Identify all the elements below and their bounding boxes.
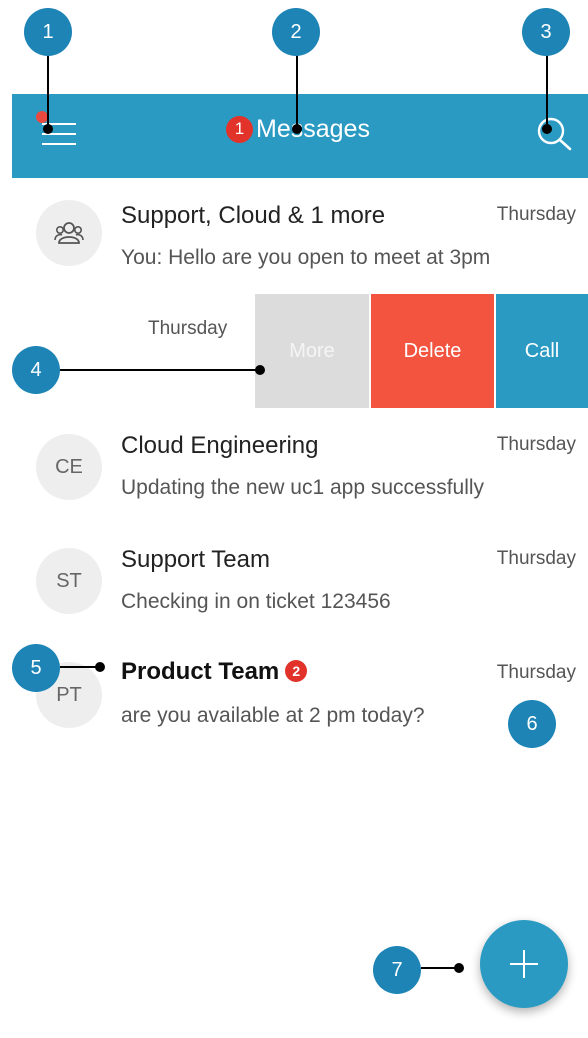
callout-dot [43,124,53,134]
conversation-name: Product Team 2 [121,658,308,686]
callout-5: 5 [12,644,60,692]
callout-7: 7 [373,946,421,994]
conversation-time: Thursday [496,548,576,569]
callout-4: 4 [12,346,60,394]
callout-dot [95,662,105,672]
call-action-button[interactable]: Call [496,294,588,408]
conversation-row[interactable]: ST Support Team Checking in on ticket 12… [0,534,588,644]
conversation-preview: Checking in on ticket 123456 [121,590,391,613]
conversation-row[interactable]: Support, Cloud & 1 more You: Hello are y… [0,190,588,300]
avatar: ST [36,548,102,614]
avatar: CE [36,434,102,500]
conversation-preview: are you available at 2 pm today? [121,704,425,727]
callout-1: 1 [24,8,72,56]
title-text: Messages [256,114,370,143]
new-conversation-button[interactable] [480,920,568,1008]
callout-2: 2 [272,8,320,56]
conversation-name: Support Team [121,546,270,573]
delete-action-button[interactable]: Delete [371,294,494,408]
conversation-name: Cloud Engineering [121,432,319,459]
unread-count-badge: 1 [226,115,253,143]
conversation-time: Thursday [496,662,576,683]
callout-leader [296,55,298,129]
conversation-name: Support, Cloud & 1 more [121,202,386,229]
more-action-button[interactable]: More [255,294,369,408]
conversation-preview: Updating the new uc1 app successfully [121,476,485,499]
conversation-name-text: Product Team [121,658,280,685]
conversation-preview: You: Hello are you open to meet at 3pm [121,246,491,269]
conversation-row[interactable]: CE Cloud Engineering Updating the new uc… [0,420,588,530]
conversation-row[interactable]: PT Product Team 2 are you available at 2 … [0,648,588,758]
conversation-time: Thursday [496,434,576,455]
callout-leader [47,55,49,129]
search-icon[interactable] [532,113,576,153]
group-icon [54,222,84,244]
conversation-time: Thursday [148,318,228,339]
plus-icon-vertical [523,950,525,978]
callout-dot [255,365,265,375]
unread-badge: 2 [285,660,308,682]
callout-leader [546,55,548,129]
callout-3: 3 [522,8,570,56]
callout-dot [454,963,464,973]
callout-6: 6 [508,700,556,748]
callout-leader [60,369,260,371]
conversation-time: Thursday [496,204,576,225]
avatar [36,200,102,266]
callout-dot [542,124,552,134]
callout-dot [292,124,302,134]
